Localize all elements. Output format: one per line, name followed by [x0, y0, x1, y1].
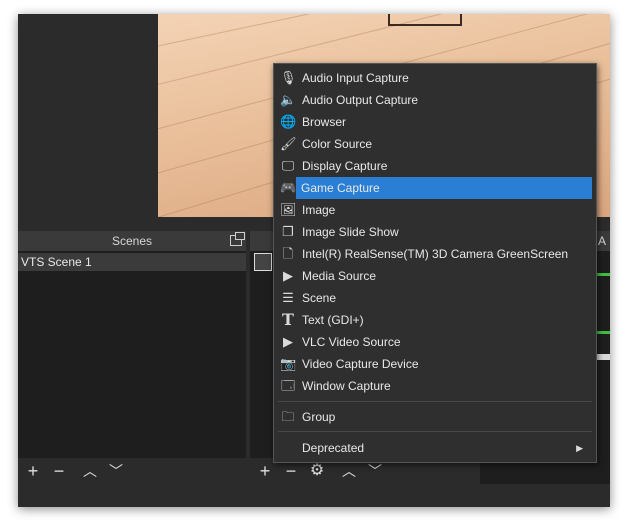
volume-slider[interactable]	[595, 354, 610, 360]
menu-item-label: Audio Input Capture	[302, 71, 409, 85]
move-source-down-button[interactable]: ﹀	[365, 461, 385, 481]
globe-icon: 🌐	[280, 114, 297, 129]
obs-window: Scenes VTS Scene 1 + − ︿ ﹀ + − ⚙ ︿ ﹀ A 🎙…	[18, 14, 610, 507]
menu-item-image[interactable]: 🖼 Image	[275, 199, 595, 221]
image-source-icon	[254, 253, 272, 271]
menu-item-label: Intel(R) RealSense(TM) 3D Camera GreenSc…	[302, 247, 569, 261]
scenes-dock-title: Scenes	[18, 231, 246, 251]
menu-separator	[278, 401, 592, 402]
menu-item-label: Group	[302, 410, 336, 424]
remove-scene-button[interactable]: −	[49, 461, 69, 481]
move-scene-down-button[interactable]: ﹀	[106, 461, 126, 481]
move-source-up-button[interactable]: ︿	[339, 461, 359, 481]
menu-item-label: Image Slide Show	[302, 225, 399, 239]
volume-meter	[595, 273, 610, 276]
menu-item-text-gdi[interactable]: T Text (GDI+)	[275, 309, 595, 331]
menu-item-video-capture-device[interactable]: 📷 Video Capture Device	[275, 353, 595, 375]
window-icon: 🗔	[280, 378, 296, 393]
menu-item-deprecated[interactable]: Deprecated ▶	[275, 437, 595, 459]
menu-item-media-source[interactable]: ▶ Media Source	[275, 265, 595, 287]
menu-item-color-source[interactable]: 🖌 Color Source	[275, 133, 595, 155]
audio-mixer-title-text: A	[597, 234, 606, 248]
menu-item-label: Deprecated	[302, 441, 365, 455]
camera-icon: 📷	[280, 356, 297, 371]
add-scene-button[interactable]: +	[23, 461, 43, 481]
undock-icon[interactable]	[230, 232, 245, 246]
menu-item-browser[interactable]: 🌐 Browser	[275, 111, 595, 133]
text-icon: T	[282, 310, 294, 329]
menu-item-label: Game Capture	[301, 181, 380, 195]
menu-item-label: Scene	[302, 291, 337, 305]
menu-item-label: Audio Output Capture	[302, 93, 419, 107]
menu-item-scene[interactable]: ☰ Scene	[275, 287, 595, 309]
menu-item-group[interactable]: 🗀 Group	[275, 406, 595, 428]
menu-item-label: Video Capture Device	[302, 357, 419, 371]
menu-item-audio-output-capture[interactable]: 🔈 Audio Output Capture	[275, 89, 595, 111]
menu-item-image-slide-show[interactable]: ❐ Image Slide Show	[275, 221, 595, 243]
submenu-arrow-icon: ▶	[576, 443, 583, 453]
menu-separator	[278, 431, 592, 432]
monitor-icon: 🖵	[281, 158, 295, 173]
menu-item-realsense[interactable]: 🗋 Intel(R) RealSense(TM) 3D Camera Green…	[275, 243, 595, 265]
scenes-toolbar: + − ︿ ﹀	[18, 458, 246, 484]
menu-item-label: Window Capture	[302, 379, 391, 393]
menu-item-audio-input-capture[interactable]: 🎙 Audio Input Capture	[275, 67, 595, 89]
play-icon: ▶	[283, 334, 293, 349]
menu-item-display-capture[interactable]: 🖵 Display Capture	[275, 155, 595, 177]
menu-item-label: Browser	[302, 115, 347, 129]
desk-object	[388, 14, 462, 26]
menu-item-window-capture[interactable]: 🗔 Window Capture	[275, 375, 595, 397]
gamepad-icon: 🎮	[280, 180, 297, 195]
add-source-button[interactable]: +	[255, 461, 275, 481]
play-icon: ▶	[283, 268, 293, 283]
volume-meter	[595, 331, 610, 334]
source-settings-button[interactable]: ⚙	[307, 461, 327, 481]
menu-item-game-capture[interactable]: Game Capture	[296, 177, 592, 199]
menu-item-vlc-video-source[interactable]: ▶ VLC Video Source	[275, 331, 595, 353]
floor-line	[158, 14, 610, 55]
scene-name: VTS Scene 1	[21, 255, 92, 269]
speaker-icon: 🔈	[280, 92, 297, 107]
menu-item-label: VLC Video Source	[302, 335, 401, 349]
scene-list-item[interactable]: VTS Scene 1	[18, 253, 246, 271]
microphone-icon: 🎙	[280, 70, 297, 85]
menu-item-label: Media Source	[302, 269, 377, 283]
add-source-context-menu: 🎙 Audio Input Capture 🔈 Audio Output Cap…	[273, 63, 597, 463]
file-icon: 🗋	[282, 246, 294, 261]
menu-item-label: Display Capture	[302, 159, 388, 173]
remove-source-button[interactable]: −	[281, 461, 301, 481]
slideshow-icon: ❐	[282, 224, 294, 239]
scenes-title-text: Scenes	[111, 234, 153, 248]
menu-item-label: Text (GDI+)	[302, 313, 364, 327]
image-icon: 🖼	[280, 202, 297, 217]
menu-item-label: Color Source	[302, 137, 373, 151]
move-scene-up-button[interactable]: ︿	[80, 461, 100, 481]
scenes-dock: Scenes VTS Scene 1 + − ︿ ﹀	[18, 231, 246, 484]
paintbrush-icon: 🖌	[280, 136, 297, 151]
list-icon: ☰	[282, 290, 294, 305]
folder-icon: 🗀	[281, 409, 295, 424]
menu-item-label: Image	[302, 203, 336, 217]
